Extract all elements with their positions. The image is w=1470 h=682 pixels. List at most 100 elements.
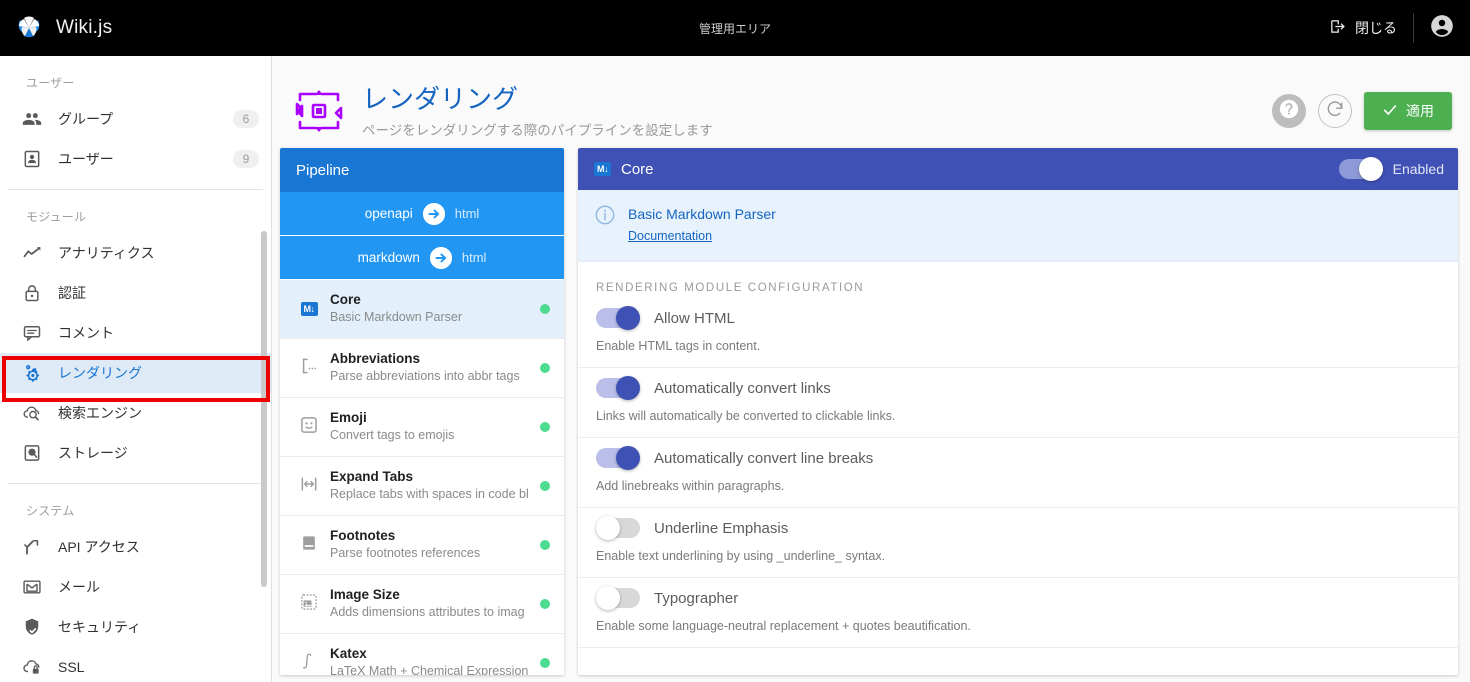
config-option-row[interactable]: Allow HTML — [596, 306, 1440, 330]
top-bar-actions: 閉じる — [1313, 0, 1470, 56]
switch-knob — [1358, 157, 1383, 181]
sidebar-item-storage[interactable]: ストレージ — [0, 433, 271, 473]
account-circle-icon — [1429, 13, 1455, 44]
ssl-cloud-lock-icon — [22, 657, 50, 677]
main-content: レンダリング ページをレンダリングする際のパイプラインを設定します 適用 Pip… — [272, 56, 1470, 682]
sidebar-item-group[interactable]: グループ 6 — [0, 99, 271, 139]
documentation-link[interactable]: Documentation — [628, 229, 712, 243]
help-icon — [1278, 98, 1300, 125]
page-header: レンダリング ページをレンダリングする際のパイプラインを設定します 適用 — [272, 56, 1470, 148]
module-detail-panel: M↓ Core Enabled Basic Markdown Parser Do… — [578, 148, 1458, 675]
module-description: Basic Markdown Parser — [330, 310, 462, 325]
module-icon — [292, 592, 326, 617]
sidebar-item-cogs[interactable]: レンダリング — [0, 353, 271, 393]
config-option-hint: Enable some language-neutral replacement… — [596, 619, 971, 633]
sidebar-item-badge: 6 — [233, 110, 259, 128]
pipeline-panel: Pipeline openapi html markdown html M↓ Core B… — [280, 148, 564, 675]
config-option-switch[interactable] — [596, 516, 640, 540]
sidebar-item-cloud-search[interactable]: 検索エンジン — [0, 393, 271, 433]
config-option-row[interactable]: Automatically convert links — [596, 376, 1440, 400]
module-enabled-label: Enabled — [1392, 161, 1444, 177]
module-detail-header: M↓ Core Enabled — [578, 148, 1458, 190]
module-icon — [292, 415, 326, 440]
account-button[interactable] — [1414, 0, 1470, 56]
lock-icon — [22, 283, 50, 303]
sidebar-item-label: SSL — [58, 659, 85, 675]
wikijs-logo-icon — [14, 15, 44, 41]
close-button[interactable]: 閉じる — [1313, 0, 1413, 56]
comment-icon — [22, 323, 50, 343]
config-option-row[interactable]: Underline Emphasis — [596, 516, 1440, 540]
pipeline-converter-row[interactable]: markdown html — [280, 236, 564, 280]
switch-knob — [616, 446, 640, 470]
pipeline-module-row[interactable]: Abbreviations Parse abbreviations into ab… — [280, 339, 564, 398]
config-option: Automatically convert line breaks Add lin… — [578, 438, 1458, 508]
module-description: Adds dimensions attributes to imag — [330, 605, 525, 620]
config-option-label: Underline Emphasis — [654, 519, 789, 537]
sidebar-item-lock[interactable]: 認証 — [0, 273, 271, 313]
check-icon — [1382, 102, 1398, 121]
module-text: Footnotes Parse footnotes references — [330, 527, 480, 563]
expand-tabs-icon — [299, 474, 319, 499]
pipeline-converter-row[interactable]: openapi html — [280, 192, 564, 236]
page-actions: 適用 — [1272, 92, 1452, 130]
integral-icon — [299, 650, 319, 676]
config-option-switch[interactable] — [596, 446, 640, 470]
config-option: Underline Emphasis Enable text underlinin… — [578, 508, 1458, 578]
page-subtitle: ページをレンダリングする際のパイプラインを設定します — [362, 123, 713, 139]
sidebar-item-security-lock[interactable]: セキュリティ — [0, 607, 271, 647]
module-status-dot — [540, 658, 550, 668]
module-text: Katex LaTeX Math + Chemical Expression — [330, 645, 528, 675]
module-description: Convert tags to emojis — [330, 428, 455, 443]
markdown-badge-icon: M↓ — [594, 162, 611, 176]
config-option: Allow HTML Enable HTML tags in content. — [578, 298, 1458, 368]
sidebar-group-caption: モジュール — [26, 210, 87, 224]
refresh-button[interactable] — [1318, 94, 1352, 128]
cogs-icon — [22, 363, 50, 383]
sidebar-item-comment[interactable]: コメント — [0, 313, 271, 353]
info-icon — [594, 204, 616, 231]
rendering-icon — [286, 78, 352, 144]
pipeline-module-row[interactable]: Katex LaTeX Math + Chemical Expression — [280, 634, 564, 675]
module-name: Core — [330, 292, 361, 308]
pipeline-module-row[interactable]: Emoji Convert tags to emojis — [280, 398, 564, 457]
apply-button[interactable]: 適用 — [1364, 92, 1452, 130]
sidebar-item-analytics[interactable]: アナリティクス — [0, 233, 271, 273]
admin-page: Wiki.js 管理用エリア 閉じる ユーザー グループ 6 ユーザー 9 モジ… — [0, 0, 1470, 682]
config-option: Typographer Enable some language-neutral … — [578, 578, 1458, 648]
sidebar-scrollbar[interactable] — [261, 231, 267, 587]
module-enabled-switch[interactable] — [1338, 157, 1383, 181]
module-text: Emoji Convert tags to emojis — [330, 409, 454, 445]
pipeline-module-row[interactable]: Expand Tabs Replace tabs with spaces in c… — [280, 457, 564, 516]
sidebar-item-mail[interactable]: メール — [0, 567, 271, 607]
pipeline-module-row[interactable]: Image Size Adds dimensions attributes to … — [280, 575, 564, 634]
module-status-dot — [540, 540, 550, 550]
mail-icon — [22, 577, 50, 597]
page-title-block: レンダリング ページをレンダリングする際のパイプラインを設定します — [362, 83, 713, 140]
sidebar-item-label: アナリティクス — [58, 245, 155, 261]
sidebar-item-ssl-cloud-lock[interactable]: SSL — [0, 647, 271, 682]
analytics-icon — [22, 243, 50, 263]
config-option-row[interactable]: Automatically convert line breaks — [596, 446, 1440, 470]
config-option-row[interactable]: Typographer — [596, 586, 1440, 610]
config-option-hint: Enable text underlining by using _underl… — [596, 549, 886, 563]
module-text: Abbreviations Parse abbreviations into ab… — [330, 350, 520, 386]
arrow-right-circle-icon — [429, 246, 452, 269]
abbr-icon — [299, 356, 319, 381]
sidebar-item-api[interactable]: API アクセス — [0, 527, 271, 567]
module-enabled-toggle[interactable]: Enabled — [1338, 157, 1444, 181]
config-option-switch[interactable] — [596, 376, 640, 400]
brand[interactable]: Wiki.js — [0, 15, 275, 41]
converter-source: markdown — [357, 250, 420, 265]
pipeline-module-row[interactable]: Footnotes Parse footnotes references — [280, 516, 564, 575]
apply-button-label: 適用 — [1406, 103, 1434, 119]
pipeline-header: Pipeline — [280, 148, 564, 192]
config-option-switch[interactable] — [596, 586, 640, 610]
module-name: Footnotes — [330, 528, 396, 544]
help-button[interactable] — [1272, 94, 1306, 128]
pipeline-module-row[interactable]: M↓ Core Basic Markdown Parser — [280, 280, 564, 339]
sidebar-item-user[interactable]: ユーザー 9 — [0, 139, 271, 179]
module-status-dot — [540, 304, 550, 314]
config-option-switch[interactable] — [596, 306, 640, 330]
module-description: Replace tabs with spaces in code bl — [330, 487, 529, 502]
